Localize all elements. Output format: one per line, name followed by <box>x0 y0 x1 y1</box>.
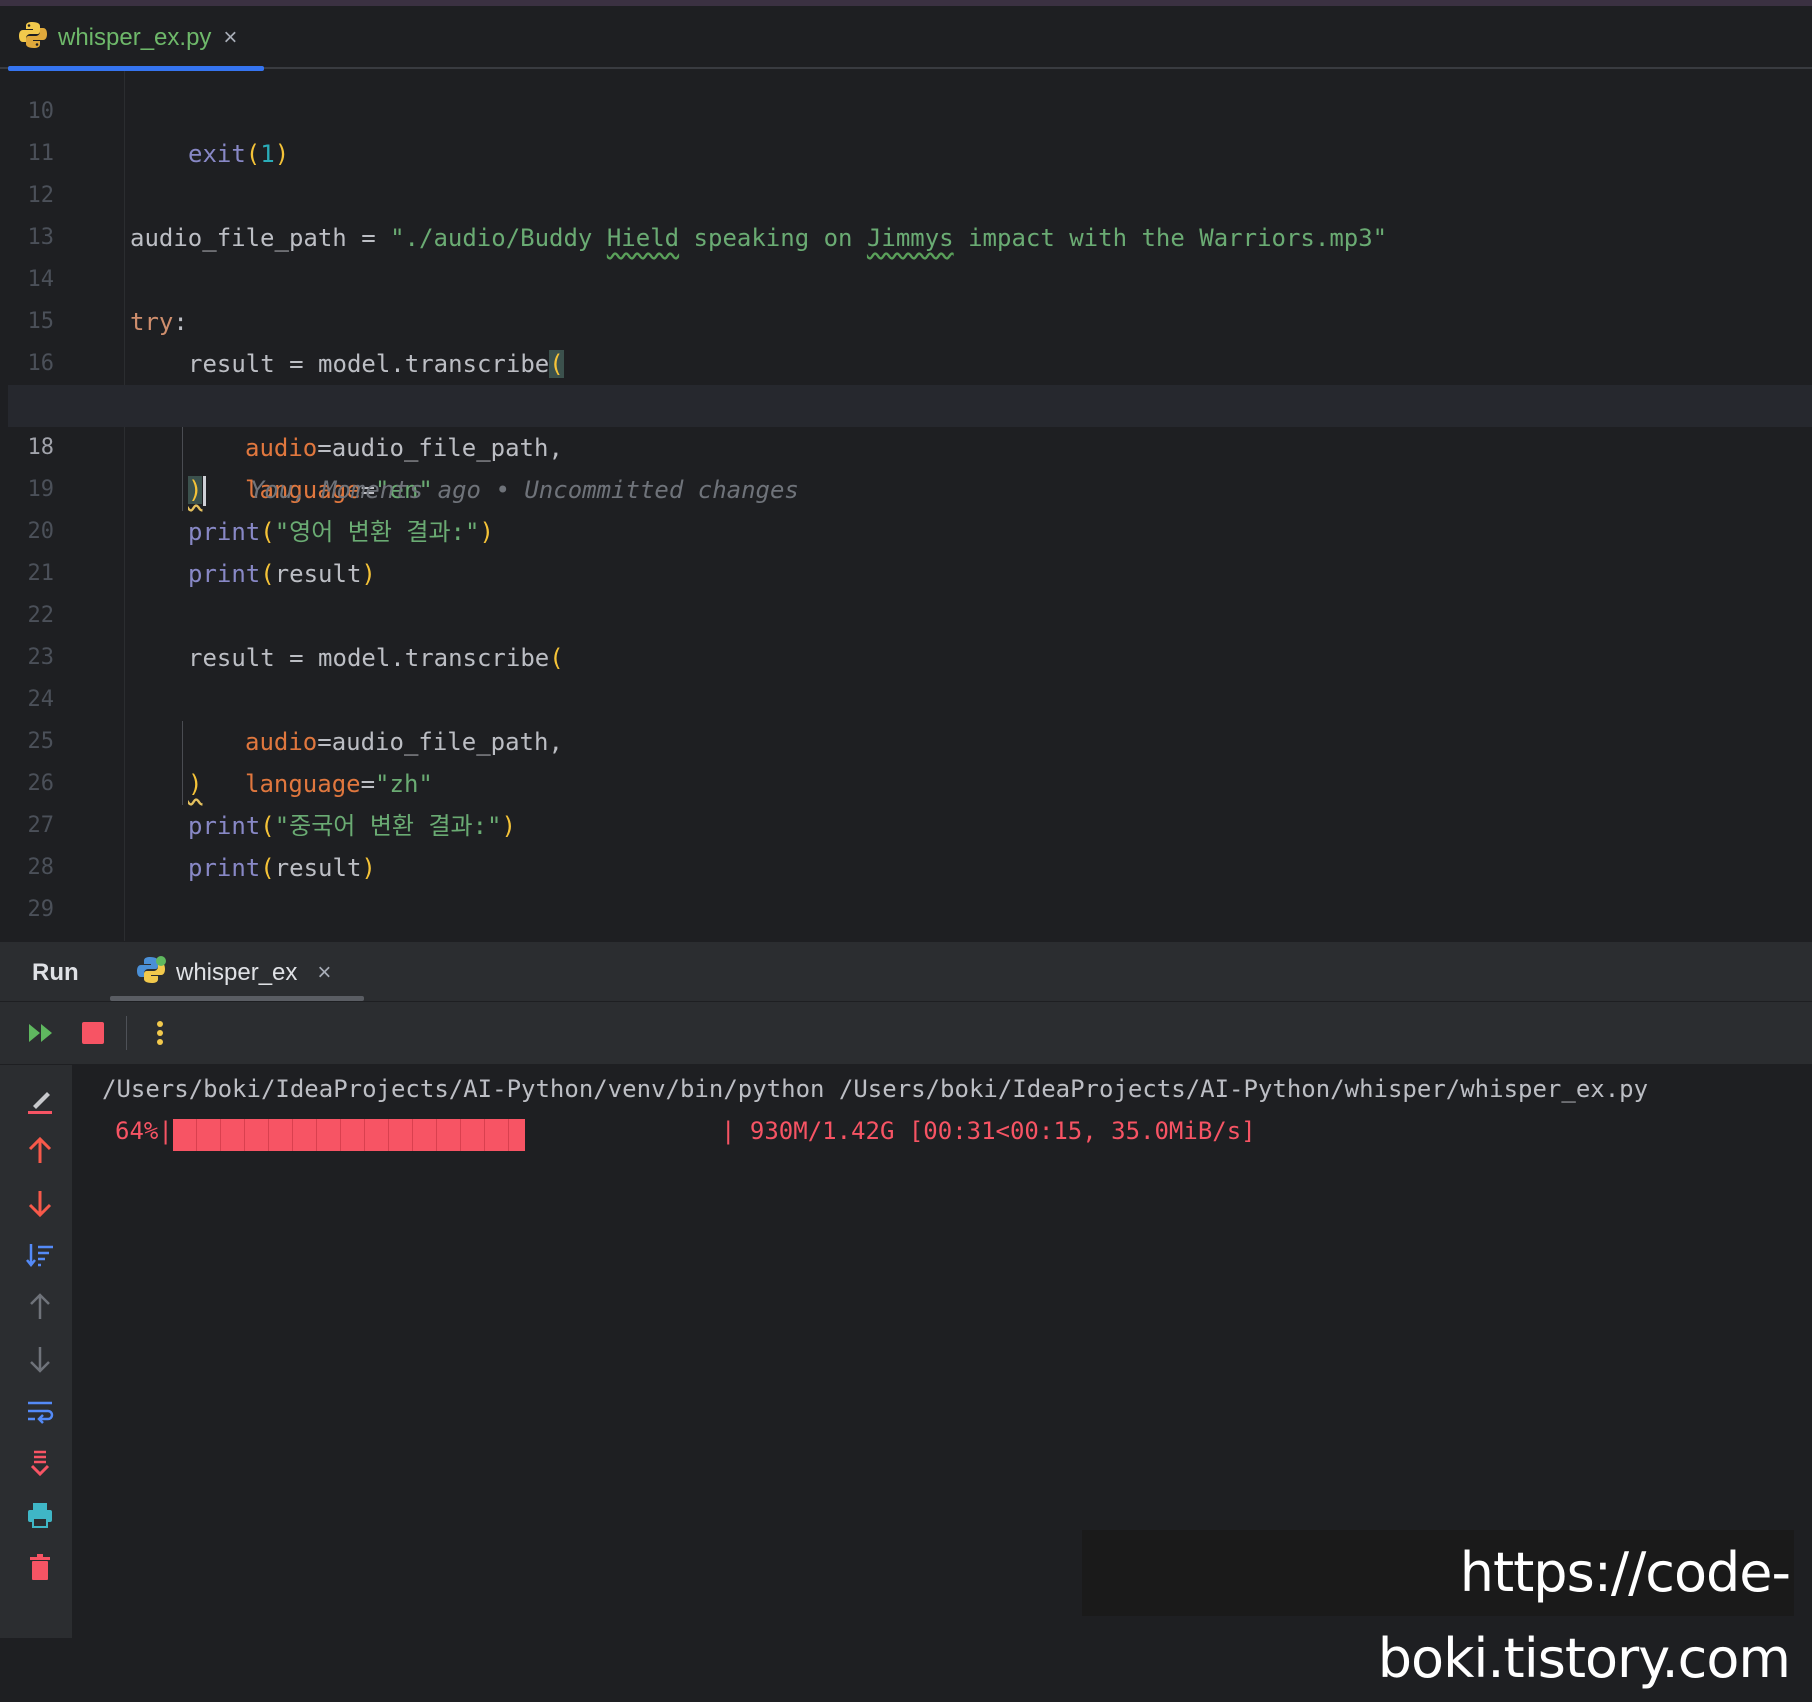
progress-stats: | 930M/1.42G [00:31<00:15, 35.0MiB/s] <box>721 1117 1256 1145</box>
code-line: 13 <box>8 175 1812 250</box>
progress-bar-segments <box>173 1119 525 1151</box>
sort-icon[interactable] <box>20 1235 60 1275</box>
edit-config-icon[interactable] <box>20 1081 60 1121</box>
progress-percent-label: 64%| <box>115 1117 173 1145</box>
close-icon[interactable]: × <box>317 959 331 987</box>
current-line: 18 ) You, Moments ago • Uncommitted chan… <box>8 385 1812 506</box>
code-line: 12 audio_file_path = "./audio/Buddy Hiel… <box>8 133 1812 252</box>
close-icon[interactable]: × <box>223 24 237 52</box>
code-line: 25 ) <box>8 679 1812 798</box>
print-icon[interactable] <box>20 1495 60 1535</box>
run-toolbar <box>0 1002 1812 1065</box>
code-line: 19 print("영어 변환 결과:") <box>8 427 1812 546</box>
download-progress-bar <box>173 1119 723 1151</box>
run-tab-label: whisper_ex <box>176 958 298 986</box>
editor-tab-label: whisper_ex.py <box>58 23 212 51</box>
code-line: 14 try: <box>8 217 1812 336</box>
python-file-icon <box>18 20 48 55</box>
more-vertical-icon[interactable] <box>143 1016 177 1050</box>
down-arrow-disabled-icon[interactable] <box>20 1339 60 1379</box>
rerun-icon[interactable] <box>24 1016 58 1050</box>
active-tab-indicator <box>110 996 364 1001</box>
run-tool-window-title: Run <box>32 959 79 986</box>
watermark-url: https://code-boki.tistory.com <box>1082 1530 1794 1690</box>
code-line: 22 result = model.transcribe( <box>8 553 1812 672</box>
trash-icon[interactable] <box>20 1547 60 1587</box>
stop-icon[interactable] <box>76 1016 110 1050</box>
run-tool-window-header: Run whisper_ex × <box>0 941 1812 1002</box>
line-number: 30 <box>8 931 55 941</box>
code-editor[interactable]: 10 exit(1) 11 12 audio_file_path = "./au… <box>8 71 1812 941</box>
code-line: 15 result = model.transcribe( <box>8 259 1812 378</box>
console-side-toolbar <box>0 1065 72 1638</box>
soft-wrap-icon[interactable] <box>20 1391 60 1431</box>
code-line: 30 audio=audio_file_path, <box>8 889 1812 941</box>
code-line: 24 language="zh" <box>8 637 1812 805</box>
code-line: 26 print("중국어 변환 결과:") <box>8 721 1812 840</box>
editor-tab-whisper-ex-py[interactable]: whisper_ex.py × <box>8 6 264 71</box>
code-text: result = model.transcribe( <box>188 931 564 941</box>
down-arrow-icon[interactable] <box>20 1183 60 1223</box>
python-run-icon <box>136 955 166 990</box>
editor-tab-bar: whisper_ex.py × <box>0 6 1812 71</box>
code-line: 20 print(result) <box>8 469 1812 588</box>
scroll-to-end-icon[interactable] <box>20 1443 60 1483</box>
code-line: 28 <box>8 805 1812 880</box>
up-arrow-disabled-icon[interactable] <box>20 1287 60 1327</box>
code-line: 23 audio=audio_file_path, <box>8 595 1812 763</box>
code-line: 17 language="en" <box>8 343 1812 511</box>
code-line: 27 print(result) <box>8 763 1812 882</box>
up-arrow-icon[interactable] <box>20 1131 60 1171</box>
console-command-line: /Users/boki/IdeaProjects/AI-Python/venv/… <box>102 1075 1649 1103</box>
code-line: 16 audio=audio_file_path, <box>8 301 1812 469</box>
code-line: 11 <box>8 91 1812 166</box>
run-config-tab[interactable]: whisper_ex × <box>110 942 364 1003</box>
code-line: 29 result = model.transcribe( <box>8 847 1812 941</box>
toolbar-separator <box>126 1016 127 1050</box>
code-line: 10 exit(1) <box>8 71 1812 168</box>
code-line: 21 <box>8 511 1812 586</box>
